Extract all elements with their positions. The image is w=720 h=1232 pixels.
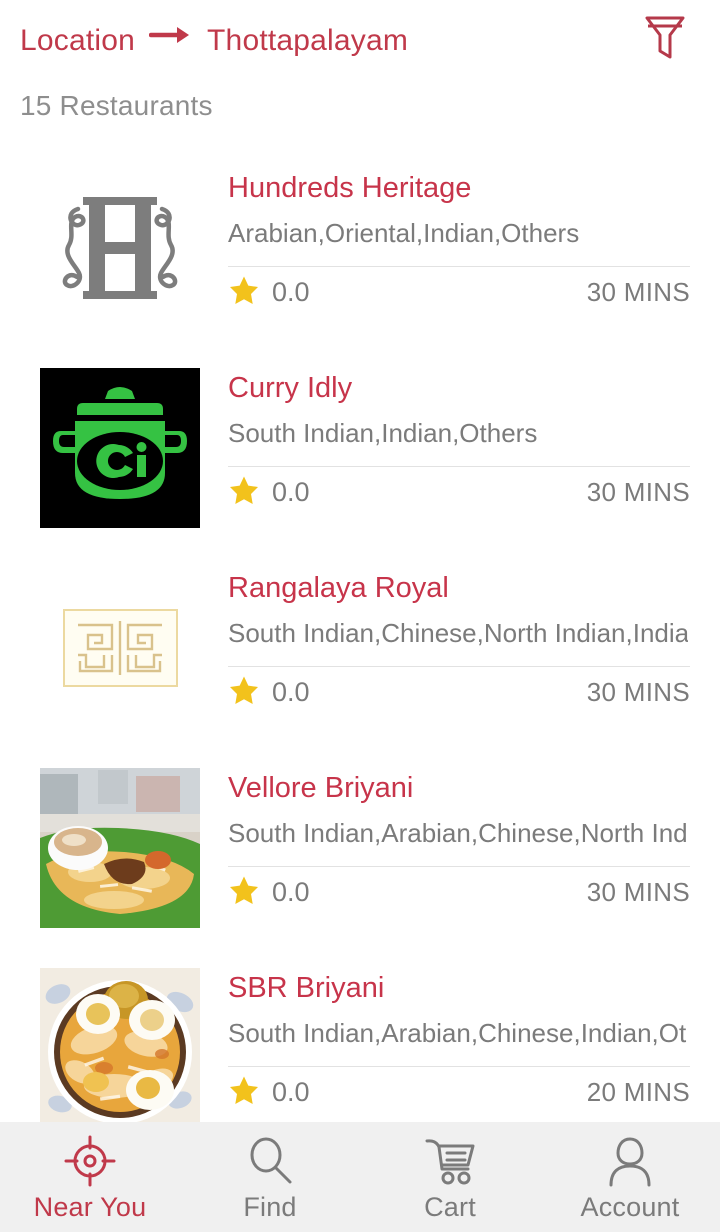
restaurant-thumbnail <box>40 768 200 928</box>
restaurant-card[interactable]: Rangalaya Royal South Indian,Chinese,Nor… <box>0 558 720 758</box>
target-crosshair-icon <box>64 1135 116 1186</box>
nav-item-near-you[interactable]: Near You <box>0 1122 180 1232</box>
star-icon <box>228 274 260 311</box>
restaurant-info: Rangalaya Royal South Indian,Chinese,Nor… <box>228 568 720 717</box>
green-pot-ci-icon <box>40 368 200 528</box>
restaurant-name: Vellore Briyani <box>228 772 414 804</box>
letter-h-monogram-icon <box>40 168 200 328</box>
delivery-time: 30 MINS <box>586 876 690 907</box>
nav-item-find[interactable]: Find <box>180 1122 360 1232</box>
restaurant-card[interactable]: Curry Idly South Indian,Indian,Others 0.… <box>0 358 720 558</box>
bottom-navigation: Near You Find Cart Account <box>0 1122 720 1232</box>
rating-value: 0.0 <box>272 476 310 507</box>
restaurant-name: Curry Idly <box>228 372 353 404</box>
rating-value: 0.0 <box>272 876 310 907</box>
location-label: Location <box>20 24 136 57</box>
restaurant-list-screen: Location Thottapalayam 15 Restaurants Hu… <box>0 0 720 1232</box>
restaurant-card[interactable]: Vellore Briyani South Indian,Arabian,Chi… <box>0 758 720 958</box>
restaurant-info: Hundreds Heritage Arabian,Oriental,India… <box>228 168 720 317</box>
star-icon <box>228 674 260 711</box>
nav-item-account[interactable]: Account <box>540 1122 720 1232</box>
restaurant-info: SBR Briyani South Indian,Arabian,Chinese… <box>228 968 720 1117</box>
location-selector[interactable]: Location Thottapalayam <box>20 24 636 58</box>
restaurant-name: Hundreds Heritage <box>228 172 472 204</box>
restaurant-thumbnail <box>40 568 200 728</box>
restaurant-thumbnail <box>40 968 200 1128</box>
shopping-cart-icon <box>423 1136 477 1186</box>
restaurant-thumbnail <box>40 368 200 528</box>
restaurant-name: SBR Briyani <box>228 972 385 1004</box>
restaurant-count: 15 Restaurants <box>20 90 213 121</box>
star-icon <box>228 474 260 511</box>
delivery-time: 30 MINS <box>586 476 690 507</box>
search-magnifier-icon <box>244 1136 296 1186</box>
biryani-banana-leaf-photo <box>40 768 200 928</box>
restaurant-cuisines: Arabian,Oriental,Indian,Others <box>228 218 580 248</box>
restaurant-meta: 0.0 20 MINS <box>228 1067 690 1117</box>
nav-item-cart[interactable]: Cart <box>360 1122 540 1232</box>
restaurant-meta: 0.0 30 MINS <box>228 267 690 317</box>
restaurant-cuisines: South Indian,Arabian,Chinese,Indian,Ot… <box>228 1018 688 1048</box>
restaurant-cuisines: South Indian,Arabian,Chinese,North Ind… <box>228 818 688 848</box>
restaurant-card[interactable]: Hundreds Heritage Arabian,Oriental,India… <box>0 158 720 358</box>
rating-value: 0.0 <box>272 1076 310 1107</box>
person-account-icon <box>604 1136 656 1186</box>
rating-value: 0.0 <box>272 276 310 307</box>
star-icon <box>228 874 260 911</box>
restaurant-count-row: 15 Restaurants <box>0 82 720 140</box>
filter-funnel-icon <box>643 13 687 70</box>
app-header: Location Thottapalayam <box>0 0 720 82</box>
restaurant-info: Vellore Briyani South Indian,Arabian,Chi… <box>228 768 720 917</box>
nav-label: Account <box>580 1191 680 1222</box>
nav-label: Near You <box>33 1191 147 1222</box>
arrow-right-icon <box>148 22 193 48</box>
nav-label: Find <box>243 1191 297 1222</box>
restaurant-meta: 0.0 30 MINS <box>228 667 690 717</box>
restaurant-list[interactable]: Hundreds Heritage Arabian,Oriental,India… <box>0 158 720 1232</box>
filter-button[interactable] <box>636 12 694 70</box>
restaurant-info: Curry Idly South Indian,Indian,Others 0.… <box>228 368 720 517</box>
rating-group: 0.0 <box>228 474 310 511</box>
rating-group: 0.0 <box>228 274 310 311</box>
delivery-time: 30 MINS <box>586 276 690 307</box>
rating-group: 0.0 <box>228 674 310 711</box>
star-icon <box>228 1074 260 1111</box>
restaurant-cuisines: South Indian,Chinese,North Indian,India… <box>228 618 688 648</box>
greek-key-meander-icon <box>62 609 178 687</box>
restaurant-thumbnail <box>40 168 200 328</box>
delivery-time: 20 MINS <box>586 1076 690 1107</box>
rating-group: 0.0 <box>228 1074 310 1111</box>
biryani-egg-bowl-photo <box>40 968 200 1128</box>
rating-group: 0.0 <box>228 874 310 911</box>
rating-value: 0.0 <box>272 676 310 707</box>
delivery-time: 30 MINS <box>586 676 690 707</box>
location-value: Thottapalayam <box>207 24 409 57</box>
restaurant-name: Rangalaya Royal <box>228 572 449 604</box>
nav-label: Cart <box>424 1191 476 1222</box>
restaurant-cuisines: South Indian,Indian,Others <box>228 418 538 448</box>
restaurant-meta: 0.0 30 MINS <box>228 867 690 917</box>
restaurant-meta: 0.0 30 MINS <box>228 467 690 517</box>
